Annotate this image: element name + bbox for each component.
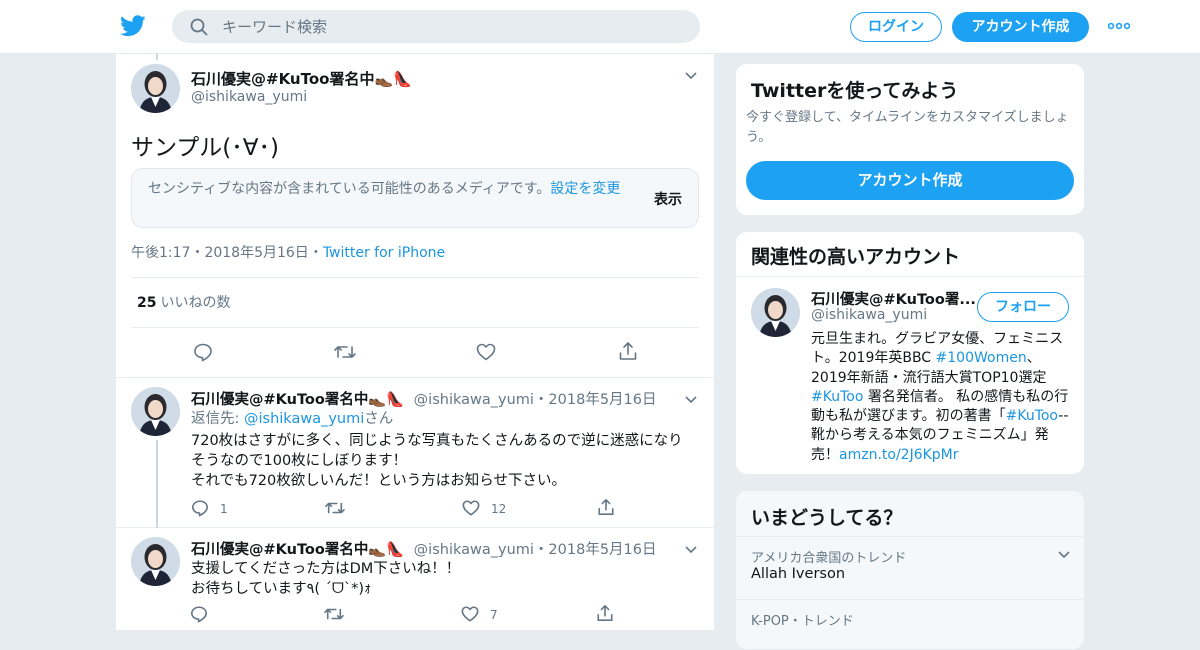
reply-header: 石川優実@#KuToo署名中👞👠 @ishikawa_yumi・2018年5月1…	[191, 542, 657, 558]
retweet-icon[interactable]	[324, 605, 344, 623]
login-button[interactable]: ログイン	[850, 12, 942, 42]
show-media-button[interactable]: 表示	[654, 189, 682, 209]
author-handle[interactable]: @ishikawa_yumi	[191, 89, 307, 105]
chevron-down-icon[interactable]	[1058, 551, 1070, 559]
tweet-metadata: 午後1:17・2018年5月16日・Twitter for iPhone	[131, 245, 446, 261]
search-icon	[190, 18, 208, 36]
chevron-down-icon[interactable]	[685, 72, 697, 80]
sensitive-media-text: センシティブな内容が含まれている可能性のあるメディアです。設定を変更	[148, 181, 621, 197]
trend-name: Allah Iverson	[751, 566, 846, 582]
author-handle[interactable]: @ishikawa_yumi	[414, 392, 534, 408]
trend-context: アメリカ合衆国のトレンド	[751, 551, 907, 566]
tweet-date[interactable]: 2018年5月16日	[204, 245, 308, 261]
more-options-icon[interactable]	[1108, 22, 1130, 30]
trend-context: K-POP・トレンド	[751, 614, 854, 629]
related-account-handle[interactable]: @ishikawa_yumi	[811, 307, 927, 323]
avatar-image	[131, 64, 180, 113]
likes-stat[interactable]: 25 いいねの数	[137, 292, 230, 312]
author-name[interactable]: 石川優実@#KuToo署名中👞👠	[191, 542, 404, 558]
retweet-icon[interactable]	[325, 499, 345, 517]
bio-url-link[interactable]: amzn.to/2J6KpMr	[839, 447, 959, 463]
trends-title: いまどうしてる？	[751, 507, 903, 529]
related-account-bio: 元旦生まれ。グラビア女優、フェミニスト。2019年英BBC #100Women、…	[811, 331, 1069, 463]
trend-item[interactable]: K-POP・トレンド	[736, 599, 1084, 649]
reply-count: 1	[220, 502, 228, 516]
likes-label: いいねの数	[160, 295, 231, 311]
related-accounts-card: 関連性の高いアカウント 石川優実@#KuToo署... @ishikawa_yu…	[735, 231, 1085, 475]
signup-card: Twitterを使ってみよう 今すぐ登録して、タイムラインをカスタマイズしましょ…	[735, 63, 1085, 216]
divider	[131, 327, 699, 328]
avatar-image	[751, 288, 800, 337]
trends-card: いまどうしてる？ アメリカ合衆国のトレンド Allah Iverson K-PO…	[735, 490, 1085, 650]
permalink-tweet: 石川優実@#KuToo署名中👞👠 @ishikawa_yumi サンプル(･∀･…	[116, 54, 714, 378]
reply-to-line: 返信先: @ishikawa_yumiさん	[191, 411, 394, 427]
reply-to-handle-link[interactable]: @ishikawa_yumi	[244, 411, 364, 427]
share-icon[interactable]	[597, 498, 615, 516]
reply-icon[interactable]	[193, 342, 213, 362]
tweet-date[interactable]: 2018年5月16日	[548, 542, 656, 558]
avatar[interactable]	[131, 64, 180, 113]
tweet-text: 720枚はさすがに多く、同じような写真もたくさんあるので逆に迷惑になり そうなの…	[191, 433, 683, 489]
tweet-source-link[interactable]: Twitter for iPhone	[323, 245, 445, 261]
sensitive-media-warning: センシティブな内容が含まれている可能性のあるメディアです。設定を変更 表示	[131, 168, 699, 228]
avatar[interactable]	[751, 288, 800, 337]
signup-card-button[interactable]: アカウント作成	[746, 161, 1074, 200]
author-name[interactable]: 石川優実@#KuToo署名中👞👠	[191, 392, 404, 408]
hashtag-link[interactable]: #KuToo	[1006, 408, 1059, 424]
tweet-time[interactable]: 午後1:17	[131, 245, 190, 261]
signup-card-title: Twitterを使ってみよう	[751, 80, 959, 102]
divider	[736, 276, 1084, 277]
author-handle[interactable]: @ishikawa_yumi	[414, 542, 534, 558]
hashtag-link[interactable]: #KuToo	[811, 389, 863, 405]
search-box[interactable]	[172, 10, 700, 43]
signup-button[interactable]: アカウント作成	[952, 12, 1089, 42]
twitter-bird-logo-icon[interactable]	[120, 14, 146, 38]
timeline-column: 石川優実@#KuToo署名中👞👠 @ishikawa_yumi サンプル(･∀･…	[115, 54, 715, 630]
reply-icon[interactable]	[190, 605, 208, 623]
search-input[interactable]	[222, 10, 682, 43]
related-accounts-title: 関連性の高いアカウント	[751, 246, 961, 268]
tweet-date[interactable]: 2018年5月16日	[548, 392, 656, 408]
avatar-image	[131, 387, 180, 436]
hashtag-link[interactable]: #100Women	[936, 350, 1027, 366]
thread-connector-line	[156, 440, 158, 528]
like-icon[interactable]	[476, 342, 496, 362]
chevron-down-icon[interactable]	[685, 546, 697, 554]
tweet-text: サンプル(･∀･)	[131, 135, 279, 161]
tweet-text: 支援してくださった方はDM下さいね！！ お待ちしています٩( ˊᗜˋ*)ｫ	[191, 561, 461, 597]
retweet-icon[interactable]	[334, 342, 356, 362]
trend-item[interactable]: アメリカ合衆国のトレンド Allah Iverson	[736, 536, 1084, 598]
reply-tweet[interactable]: 石川優実@#KuToo署名中👞👠 @ishikawa_yumi・2018年5月1…	[116, 378, 714, 528]
likes-count: 25	[137, 295, 157, 311]
avatar[interactable]	[131, 537, 180, 586]
reply-icon[interactable]	[191, 499, 209, 517]
like-icon[interactable]	[462, 499, 480, 517]
like-count: 12	[491, 502, 507, 516]
divider	[131, 277, 699, 278]
like-icon[interactable]	[461, 605, 479, 623]
signup-card-subtitle: 今すぐ登録して、タイムラインをカスタマイズしましょう。	[746, 110, 1069, 145]
related-account-name[interactable]: 石川優実@#KuToo署...	[811, 288, 976, 309]
avatar[interactable]	[131, 387, 180, 436]
top-navigation-bar: ログイン アカウント作成	[0, 0, 1200, 54]
share-icon[interactable]	[618, 341, 638, 361]
chevron-down-icon[interactable]	[685, 396, 697, 404]
author-name[interactable]: 石川優実@#KuToo署名中👞👠	[191, 68, 412, 89]
avatar-image	[131, 537, 180, 586]
share-icon[interactable]	[596, 604, 614, 622]
reply-header: 石川優実@#KuToo署名中👞👠 @ishikawa_yumi・2018年5月1…	[191, 392, 657, 408]
follow-button[interactable]: フォロー	[977, 292, 1069, 322]
like-count: 7	[490, 608, 498, 622]
change-settings-link[interactable]: 設定を変更	[550, 181, 620, 197]
